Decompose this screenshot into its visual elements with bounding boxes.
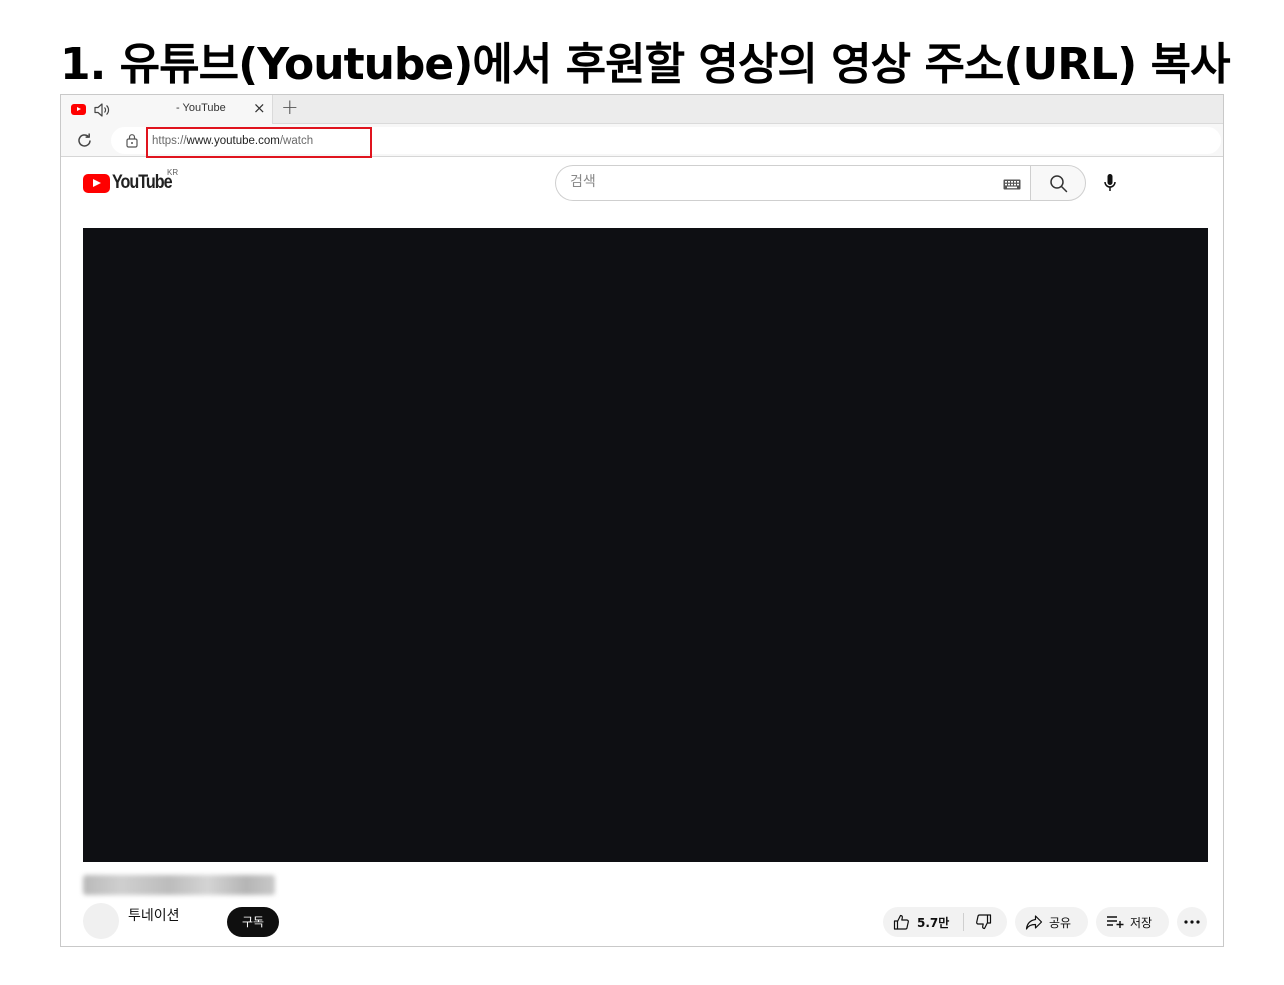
thumbs-up-icon[interactable] (893, 914, 910, 930)
tab-strip: - YouTube × + (61, 95, 1223, 124)
page-title: 1. 유튜브(Youtube)에서 후원할 영상의 영상 주소(URL) 복사 (60, 39, 1231, 90)
subscribe-button[interactable]: 구독 (227, 907, 279, 937)
like-divider (963, 913, 964, 931)
lock-icon (126, 134, 138, 148)
more-actions-button[interactable] (1177, 907, 1207, 937)
like-dislike-group: 5.7만 (883, 907, 1007, 937)
video-title-blurred (83, 875, 275, 895)
tab-title: - YouTube (176, 102, 226, 114)
share-label: 공유 (1049, 916, 1072, 930)
microphone-icon[interactable] (1103, 173, 1117, 193)
navigation-bar: https://www.youtube.com/watch (61, 124, 1223, 158)
browser-tab[interactable]: - YouTube × (61, 95, 273, 124)
address-bar[interactable]: https://www.youtube.com/watch (111, 127, 1221, 158)
region-code: KR (167, 168, 179, 177)
search-button[interactable] (1030, 165, 1086, 201)
url-host: www.youtube.com (186, 135, 280, 147)
new-tab-icon[interactable]: + (281, 95, 299, 119)
browser-window: - YouTube × + https://www.youtube.com/wa… (60, 94, 1224, 947)
channel-name[interactable]: 투네이션 (128, 905, 180, 925)
youtube-favicon-icon (71, 104, 86, 115)
thumbs-down-icon[interactable] (975, 914, 992, 930)
like-count[interactable]: 5.7만 (917, 914, 949, 931)
url-text[interactable]: https://www.youtube.com/watch (152, 135, 313, 147)
share-button[interactable]: 공유 (1015, 907, 1088, 937)
search-icon (1050, 175, 1068, 193)
channel-avatar[interactable] (83, 903, 119, 939)
search-input[interactable] (570, 174, 970, 190)
playlist-add-icon (1107, 916, 1124, 928)
more-horizontal-icon (1184, 920, 1200, 924)
save-label: 저장 (1130, 916, 1153, 930)
keyboard-icon[interactable] (1003, 179, 1021, 190)
video-player[interactable] (83, 228, 1208, 862)
reload-icon[interactable] (75, 131, 94, 150)
share-icon (1025, 915, 1043, 930)
tab-close-icon[interactable]: × (253, 99, 266, 117)
url-scheme: https:// (152, 135, 187, 147)
youtube-logo-text: YouTube (112, 172, 173, 193)
search-box (555, 165, 1030, 201)
speaker-icon[interactable] (93, 102, 111, 118)
url-path: /watch (279, 135, 314, 147)
youtube-masthead: YouTube KR (61, 158, 1223, 218)
youtube-play-icon (83, 174, 110, 193)
save-button[interactable]: 저장 (1096, 907, 1169, 937)
